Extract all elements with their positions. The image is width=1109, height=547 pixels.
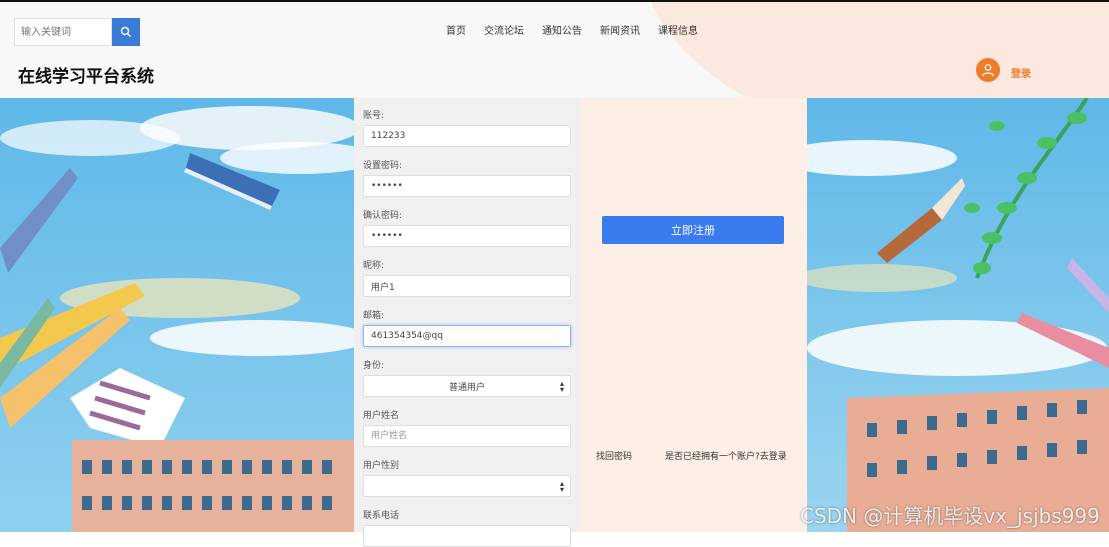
register-page: 账号: 设置密码: 确认密码: 昵称: 邮箱: 身份: 普通用户 ▴▾ 用户姓名… <box>0 98 1109 547</box>
identity-select-value: 普通用户 <box>448 382 485 393</box>
search-button[interactable] <box>112 18 140 46</box>
email-label: 邮箱: <box>363 311 385 321</box>
realname-input[interactable] <box>363 425 571 447</box>
user-icon <box>981 64 995 77</box>
search-input[interactable] <box>15 19 111 45</box>
password-input[interactable] <box>363 175 571 197</box>
password-label: 设置密码: <box>363 161 403 171</box>
site-header: 首页 交流论坛 通知公告 新闻资讯 课程信息 在线学习平台系统 登录 <box>0 2 1109 98</box>
select-arrows-icon: ▴ ▾ <box>559 479 564 494</box>
account-label: 账号: <box>363 111 385 121</box>
left-illustration <box>0 98 354 532</box>
right-illustration <box>807 98 1109 532</box>
gender-select[interactable]: ▴ ▾ <box>363 475 571 497</box>
phone-input[interactable] <box>363 525 571 547</box>
identity-label: 身份: <box>363 361 385 371</box>
register-actions: 立即注册 找回密码 是否已经拥有一个账户?去登录 <box>580 98 807 532</box>
csdn-watermark: CSDN @计算机毕设vx_jsjbs999 <box>800 504 1100 528</box>
nav-home[interactable]: 首页 <box>446 22 466 37</box>
register-form: 账号: 设置密码: 确认密码: 昵称: 邮箱: 身份: 普通用户 ▴▾ 用户姓名… <box>354 98 580 547</box>
goto-login-link[interactable]: 是否已经拥有一个账户?去登录 <box>665 449 787 462</box>
identity-select[interactable]: 普通用户 ▴ ▾ <box>363 375 571 397</box>
gender-label: 用户性别 <box>363 461 400 471</box>
user-avatar[interactable] <box>976 58 1000 82</box>
realname-label: 用户姓名 <box>363 411 400 421</box>
register-button[interactable]: 立即注册 <box>602 216 784 244</box>
search-box <box>14 18 112 46</box>
header-decoration <box>640 2 1109 98</box>
main-nav: 首页 交流论坛 通知公告 新闻资讯 课程信息 <box>446 22 698 37</box>
email-input[interactable] <box>363 325 571 347</box>
nav-notice[interactable]: 通知公告 <box>542 22 582 37</box>
nav-forum[interactable]: 交流论坛 <box>484 22 524 37</box>
login-link[interactable]: 登录 <box>1011 65 1031 80</box>
forgot-password-link[interactable]: 找回密码 <box>596 449 632 462</box>
nickname-label: 昵称: <box>363 261 385 271</box>
account-input[interactable] <box>363 125 571 147</box>
confirm-password-input[interactable] <box>363 225 571 247</box>
nav-courses[interactable]: 课程信息 <box>658 22 698 37</box>
select-arrows-icon: ▴ ▾ <box>559 379 564 394</box>
search-icon <box>120 26 131 37</box>
nickname-input[interactable] <box>363 275 571 297</box>
phone-label: 联系电话 <box>363 511 400 521</box>
site-title: 在线学习平台系统 <box>18 67 154 87</box>
confirm-password-label: 确认密码: <box>363 211 403 221</box>
nav-news[interactable]: 新闻资讯 <box>600 22 640 37</box>
